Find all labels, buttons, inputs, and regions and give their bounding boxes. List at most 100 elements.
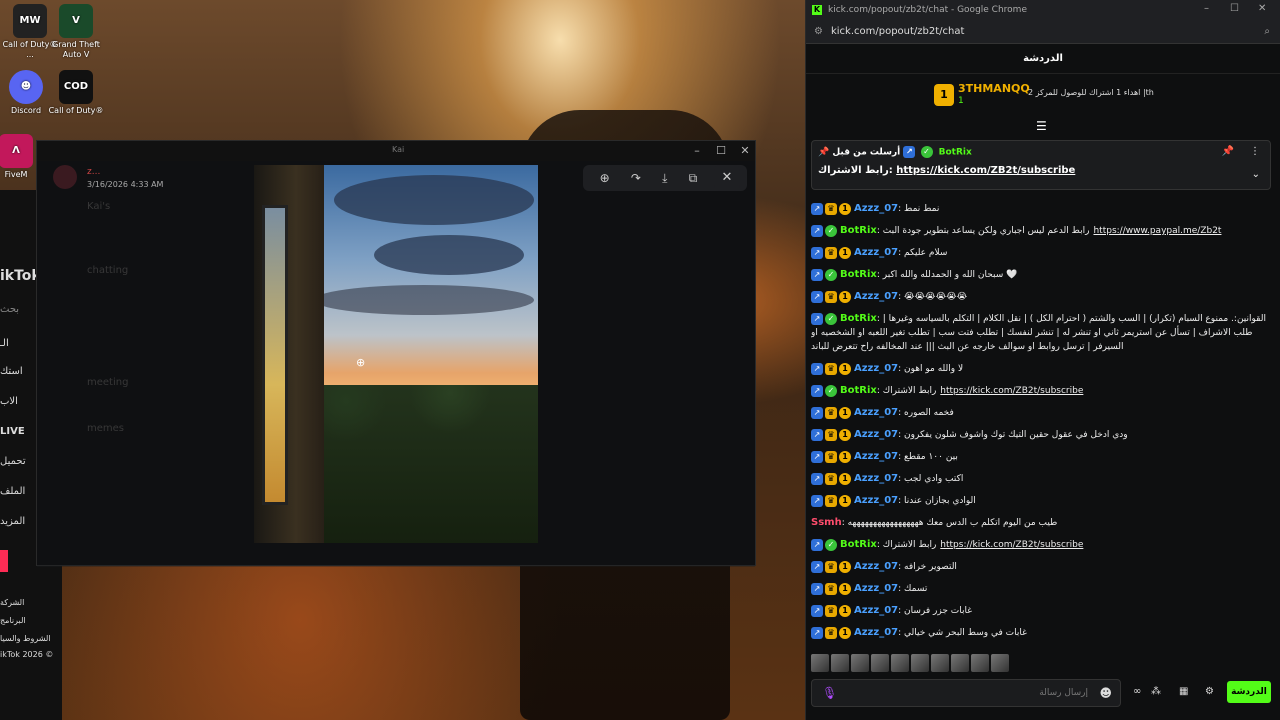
settings-gear-icon[interactable]: ⚙: [1205, 686, 1214, 697]
open-external-icon[interactable]: ⧉: [689, 171, 698, 186]
chat-username[interactable]: Azzz_07: [854, 605, 898, 616]
minimize-button[interactable]: –: [1204, 3, 1209, 14]
chat-message[interactable]: ↗ ♛ 1 Azzz_07: 😭😭😭😭😭😭: [811, 286, 1271, 308]
badges-icon[interactable]: ⁂: [1151, 686, 1161, 697]
chat-input[interactable]: 🎙 إرسال رسالة ☻: [811, 679, 1121, 707]
emote[interactable]: [951, 654, 969, 672]
emote[interactable]: [971, 654, 989, 672]
chat-message[interactable]: ↗ ♛ 1 Azzz_07: لا والله مو اهون: [811, 358, 1271, 380]
chat-link[interactable]: https://www.paypal.me/Zb2t: [1093, 226, 1221, 236]
chat-username[interactable]: Azzz_07: [854, 291, 898, 302]
pinned-message[interactable]: 📌 أرسلت من قبل ↗ ✓ BotRix رابط الاشتراك:…: [811, 140, 1271, 190]
chat-username[interactable]: Azzz_07: [854, 203, 898, 214]
tiktok-nav-item[interactable]: الـ: [0, 338, 9, 349]
chat-message[interactable]: ↗ ♛ 1 Azzz_07: فخمه الصوره: [811, 402, 1271, 424]
chat-message[interactable]: ↗ ♛ 1 Azzz_07: تسمك: [811, 578, 1271, 600]
pinned-link[interactable]: https://kick.com/ZB2t/subscribe: [896, 165, 1075, 176]
chat-username[interactable]: Azzz_07: [854, 627, 898, 638]
maximize-button[interactable]: ☐: [1230, 3, 1239, 14]
emote[interactable]: [851, 654, 869, 672]
chat-message[interactable]: ↗ ✓ BotRix: رابط الدعم ليس اجباري ولكن يسا…: [811, 220, 1271, 242]
emote[interactable]: [931, 654, 949, 672]
chat-message[interactable]: ↗ ♛ 1 Azzz_07: بين ١٠٠ مقطع: [811, 446, 1271, 468]
chat-username[interactable]: BotRix: [840, 269, 877, 280]
emote[interactable]: [831, 654, 849, 672]
chat-username[interactable]: Azzz_07: [854, 407, 898, 418]
tiktok-login-button[interactable]: [0, 550, 8, 572]
emoji-icon[interactable]: ☻: [1099, 686, 1112, 700]
chat-username[interactable]: Ssmh: [811, 517, 842, 528]
desktop-icon-fivem[interactable]: Λ FiveM: [0, 134, 36, 180]
more-icon[interactable]: ⋮: [1250, 146, 1260, 157]
chat-message[interactable]: ↗ ♛ 1 Azzz_07: سلام عليكم: [811, 242, 1271, 264]
gift-banner[interactable]: 1 3THMANQQ 1 اهداء 1 اشتراك للوصول للمرك…: [806, 76, 1280, 118]
chat-message[interactable]: ↗ ✓ BotRix: القوانين:. ممنوع السبام (تكرار…: [811, 308, 1271, 358]
tiktok-nav-item[interactable]: استك: [0, 366, 23, 377]
chat-message[interactable]: ↗ ♛ 1 Azzz_07: غابات جزر فرسان: [811, 600, 1271, 622]
close-window-button[interactable]: ✕: [1258, 3, 1266, 14]
tiktok-search[interactable]: بحث: [0, 304, 19, 315]
chat-message[interactable]: ↗ ✓ BotRix: رابط الاشتراك https://kick.com/…: [811, 380, 1271, 402]
emote[interactable]: [871, 654, 889, 672]
chat-message[interactable]: ↗ ♛ 1 Azzz_07: الوادي بجازان عندنا: [811, 490, 1271, 512]
chat-username[interactable]: Azzz_07: [854, 451, 898, 462]
chat-message[interactable]: ↗ ♛ 1 Azzz_07: التصوير خرافه: [811, 556, 1271, 578]
zoom-icon[interactable]: ⊕: [600, 171, 610, 185]
channel-item: chatting: [87, 265, 129, 276]
tiktok-nav-item[interactable]: الاب: [0, 396, 18, 407]
chat-username[interactable]: Azzz_07: [854, 583, 898, 594]
chat-username[interactable]: BotRix: [840, 539, 877, 550]
tiktok-nav-item[interactable]: المزيد: [0, 516, 25, 527]
tiktok-footer-link[interactable]: الشركة: [0, 598, 24, 607]
tiktok-nav-item[interactable]: تحميل: [0, 456, 26, 467]
chat-link[interactable]: https://kick.com/ZB2t/subscribe: [940, 540, 1083, 550]
filter-icon[interactable]: ☰: [1036, 119, 1047, 133]
image-author-name[interactable]: z...: [87, 167, 100, 177]
chat-message[interactable]: ↗ ♛ 1 Azzz_07: نمط نمط: [811, 198, 1271, 220]
tiktok-footer-link[interactable]: البرنامج: [0, 616, 26, 625]
tiktok-nav-live[interactable]: LIVE: [0, 426, 25, 437]
viewed-photo[interactable]: [254, 165, 538, 543]
infinity-icon[interactable]: ∞: [1133, 686, 1141, 697]
chat-username[interactable]: Azzz_07: [854, 429, 898, 440]
close-viewer-button[interactable]: ✕: [714, 165, 740, 191]
chat-username[interactable]: Azzz_07: [854, 495, 898, 506]
minimize-button[interactable]: –: [685, 143, 709, 159]
zoom-icon[interactable]: ⌕: [1264, 26, 1270, 37]
emote[interactable]: [891, 654, 909, 672]
chat-message[interactable]: Ssmh: طيب من اليوم اتكلم ب الدس معك هههه…: [811, 512, 1271, 534]
close-window-button[interactable]: ✕: [733, 143, 757, 159]
chevron-down-icon[interactable]: ⌄: [1252, 169, 1260, 180]
chat-message[interactable]: ↗ ♛ 1 Azzz_07: غابات في وسط البحر شي خيالي: [811, 622, 1271, 644]
chat-username[interactable]: Azzz_07: [854, 363, 898, 374]
chat-message[interactable]: ↗ ✓ BotRix: رابط الاشتراك https://kick.com/…: [811, 534, 1271, 556]
emote[interactable]: [911, 654, 929, 672]
send-chat-button[interactable]: الدردشة: [1227, 681, 1271, 703]
chat-message[interactable]: ↗ ♛ 1 Azzz_07: ودي ادخل في عقول حقين التيك …: [811, 424, 1271, 446]
chat-link[interactable]: https://kick.com/ZB2t/subscribe: [940, 386, 1083, 396]
chat-username[interactable]: Azzz_07: [854, 473, 898, 484]
vip-crown-icon: ♛: [825, 406, 837, 419]
chat-username[interactable]: BotRix: [840, 313, 877, 324]
unpin-icon[interactable]: 📌: [1222, 146, 1234, 157]
desktop-icon-cod[interactable]: COD Call of Duty®: [46, 70, 106, 116]
chat-username[interactable]: Azzz_07: [854, 247, 898, 258]
emote[interactable]: [991, 654, 1009, 672]
chat-username[interactable]: Azzz_07: [854, 561, 898, 572]
maximize-button[interactable]: ☐: [709, 143, 733, 159]
tiktok-nav-item[interactable]: الملف: [0, 486, 25, 497]
desktop-icon-gta[interactable]: V Grand Theft Auto V: [46, 4, 106, 60]
chat-username[interactable]: BotRix: [840, 225, 877, 236]
chat-message[interactable]: ↗ ♛ 1 Azzz_07: اكتب وادي لجب: [811, 468, 1271, 490]
share-icon[interactable]: ↷: [631, 171, 641, 185]
site-info-icon[interactable]: ⚙: [814, 26, 823, 37]
store-icon[interactable]: ▦: [1179, 686, 1188, 697]
emote[interactable]: [811, 654, 829, 672]
level-badge-icon: 1: [839, 428, 851, 441]
tiktok-footer-link[interactable]: الشروط والسيا: [0, 634, 51, 643]
address-bar[interactable]: ⚙ kick.com/popout/zb2t/chat ⌕: [806, 20, 1280, 44]
chat-message[interactable]: ↗ ✓ BotRix: سبحان الله و الحمدلله والله اك…: [811, 264, 1271, 286]
chat-username[interactable]: BotRix: [840, 385, 877, 396]
download-icon[interactable]: ⤓: [662, 171, 667, 186]
mic-icon[interactable]: 🎙: [822, 686, 837, 700]
